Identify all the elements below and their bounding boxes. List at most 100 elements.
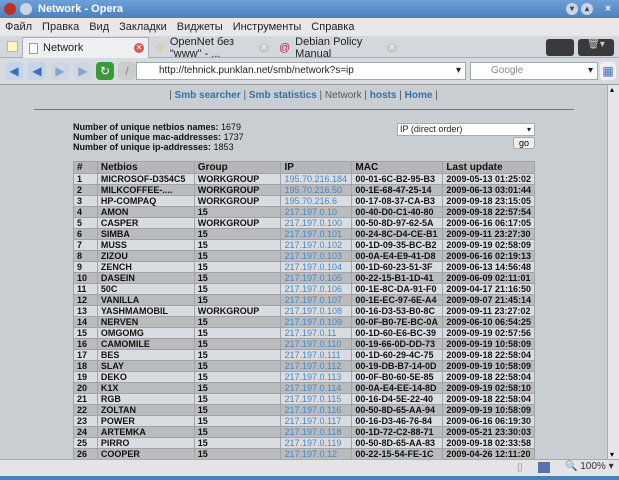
chevron-down-icon[interactable]: ▾ [456, 63, 461, 79]
rewind-button[interactable]: ◀ [5, 62, 23, 80]
cell-ip[interactable]: 217.197.0.113 [280, 371, 353, 383]
cell-ip[interactable]: 217.197.0.101 [280, 228, 353, 240]
cell-mac: 00-16-D4-5E-22-40 [351, 393, 444, 405]
scroll-down-icon[interactable]: ▾ [610, 450, 614, 459]
cell-ip[interactable]: 217.197.0.11 [280, 327, 353, 339]
close-tab-icon[interactable]: ✕ [259, 42, 269, 53]
cell-ip[interactable]: 217.197.0.112 [280, 360, 353, 372]
cell-number: 22 [73, 404, 98, 416]
tab-network[interactable]: Network ✕ [22, 37, 149, 58]
cell-ip[interactable]: 217.197.0.107 [280, 294, 353, 306]
cell-ip[interactable]: 217.197.0.106 [280, 283, 353, 295]
cell-netbios: ZOLTAN [96, 404, 195, 416]
menu-tools[interactable]: Инструменты [233, 21, 302, 33]
menu-edit[interactable]: Правка [42, 21, 79, 33]
minimize-button[interactable]: ▾ [566, 3, 578, 15]
cell-ip[interactable]: 217.197.0.110 [280, 338, 353, 350]
back-button[interactable]: ◀ [28, 62, 46, 80]
cell-ip[interactable]: 217.197.0.117 [280, 415, 353, 427]
scroll-up-icon[interactable]: ▴ [610, 85, 614, 94]
address-bar[interactable]: http://tehnick.punklan.net/smb/network?s… [136, 62, 466, 80]
zoom-control[interactable]: 🔍 100% ▾ [565, 461, 614, 472]
fit-page-icon[interactable]: ▯ [517, 462, 523, 473]
table-row: 22 ZOLTAN 15 217.197.0.116 00-50-8D-65-AA-94… [73, 404, 535, 416]
close-window-button[interactable]: ✕ [602, 3, 614, 15]
cell-ip[interactable]: 217.197.0.102 [280, 239, 353, 251]
vertical-scrollbar[interactable]: ▴ ▾ [607, 85, 619, 459]
separator: | [169, 90, 172, 101]
cell-ip[interactable]: 217.197.0.103 [280, 250, 353, 262]
sort-select[interactable]: IP (direct order) ▾ [397, 123, 535, 136]
maximize-button[interactable]: ▴ [581, 3, 593, 15]
cell-ip[interactable]: 217.197.0.100 [280, 217, 353, 229]
cell-ip[interactable]: 217.197.0.111 [280, 349, 353, 361]
tab-opennet[interactable]: ☆ OpenNet без "www" - ... ✕ [149, 36, 273, 60]
cell-netbios: BES [96, 349, 195, 361]
cell-group: 15 [193, 382, 282, 394]
menu-widgets[interactable]: Виджеты [177, 21, 223, 33]
cell-ip[interactable]: 195.70.216.6 [280, 195, 353, 207]
cell-netbios: PIRRO [96, 437, 195, 449]
cell-mac: 00-1D-60-23-51-3F [351, 261, 444, 273]
site-nav: | Smb searcher | Smb statistics | Networ… [0, 90, 607, 101]
link-hosts[interactable]: hosts [370, 90, 397, 101]
cell-last-update: 2009-09-19 02:58:10 [442, 382, 535, 394]
cell-mac: 00-22-15-54-FE-1C [351, 448, 444, 459]
link-smb-searcher[interactable]: Smb searcher [175, 90, 241, 101]
edit-icon[interactable]: / [118, 62, 136, 80]
cell-ip[interactable]: 217.197.0.12 [280, 448, 353, 459]
link-home[interactable]: Home [405, 90, 433, 101]
page-icon [29, 42, 38, 54]
link-smb-statistics[interactable]: Smb statistics [249, 90, 317, 101]
forward-button[interactable]: ▶ [51, 62, 69, 80]
cell-group: WORKGROUP [193, 184, 282, 196]
trash-button[interactable]: 🗑▾ [578, 39, 614, 56]
cell-ip[interactable]: 195.70.216.184 [280, 173, 353, 185]
opera-logo-icon[interactable] [4, 3, 16, 15]
cell-last-update: 2009-09-11 23:27:30 [442, 228, 535, 240]
cell-last-update: 2009-09-18 22:57:54 [442, 206, 535, 218]
cell-netbios: POWER [96, 415, 195, 427]
cell-mac: 00-1E-8C-DA-91-F0 [351, 283, 444, 295]
star-icon: ☆ [155, 42, 165, 54]
cell-mac: 00-40-D0-C1-40-80 [351, 206, 444, 218]
cell-ip[interactable]: 217.197.0.118 [280, 426, 353, 438]
go-button[interactable]: go [513, 137, 535, 149]
cell-group: 15 [193, 404, 282, 416]
cell-group: WORKGROUP [193, 195, 282, 207]
stat-ip: Number of unique ip-addresses: 1853 [73, 142, 234, 152]
cell-ip[interactable]: 217.197.0.108 [280, 305, 353, 317]
cell-ip[interactable]: 195.70.216.50 [280, 184, 353, 196]
close-tab-icon[interactable]: ✕ [134, 43, 144, 53]
view-mode-icon[interactable] [538, 462, 550, 473]
cell-ip[interactable]: 217.197.0.116 [280, 404, 353, 416]
window-menu-icon[interactable] [20, 3, 32, 15]
cell-ip[interactable]: 217.197.0.114 [280, 382, 353, 394]
cell-ip[interactable]: 217.197.0.119 [280, 437, 353, 449]
cell-number: 11 [73, 283, 98, 295]
cell-number: 3 [73, 195, 98, 207]
menu-help[interactable]: Справка [311, 21, 354, 33]
window-title: Network - Opera [38, 3, 123, 15]
speed-dial-icon[interactable]: ▦ [600, 62, 616, 80]
search-box[interactable]: Google ▾ [470, 62, 598, 80]
cell-ip[interactable]: 217.197.0.104 [280, 261, 353, 273]
cell-number: 20 [73, 382, 98, 394]
close-tab-icon[interactable]: ✕ [387, 42, 397, 53]
fast-forward-button[interactable]: ▶ [74, 62, 92, 80]
new-tab-icon[interactable] [7, 41, 18, 52]
table-row: 4 AMON 15 217.197.0.10 00-40-D0-C1-40-80 2009… [73, 206, 535, 218]
menu-bookmarks[interactable]: Закладки [119, 21, 167, 33]
menu-view[interactable]: Вид [89, 21, 109, 33]
cell-number: 18 [73, 360, 98, 372]
chevron-down-icon[interactable]: ▾ [588, 63, 593, 79]
cell-ip[interactable]: 217.197.0.115 [280, 393, 353, 405]
tab-debian[interactable]: @ Debian Policy Manual ✕ [273, 36, 401, 60]
cell-netbios: RGB [96, 393, 195, 405]
menu-file[interactable]: Файл [5, 21, 32, 33]
notes-panel-button[interactable] [546, 39, 574, 56]
cell-ip[interactable]: 217.197.0.109 [280, 316, 353, 328]
cell-ip[interactable]: 217.197.0.10 [280, 206, 353, 218]
reload-icon[interactable]: ↻ [96, 62, 114, 80]
cell-ip[interactable]: 217.197.0.105 [280, 272, 353, 284]
